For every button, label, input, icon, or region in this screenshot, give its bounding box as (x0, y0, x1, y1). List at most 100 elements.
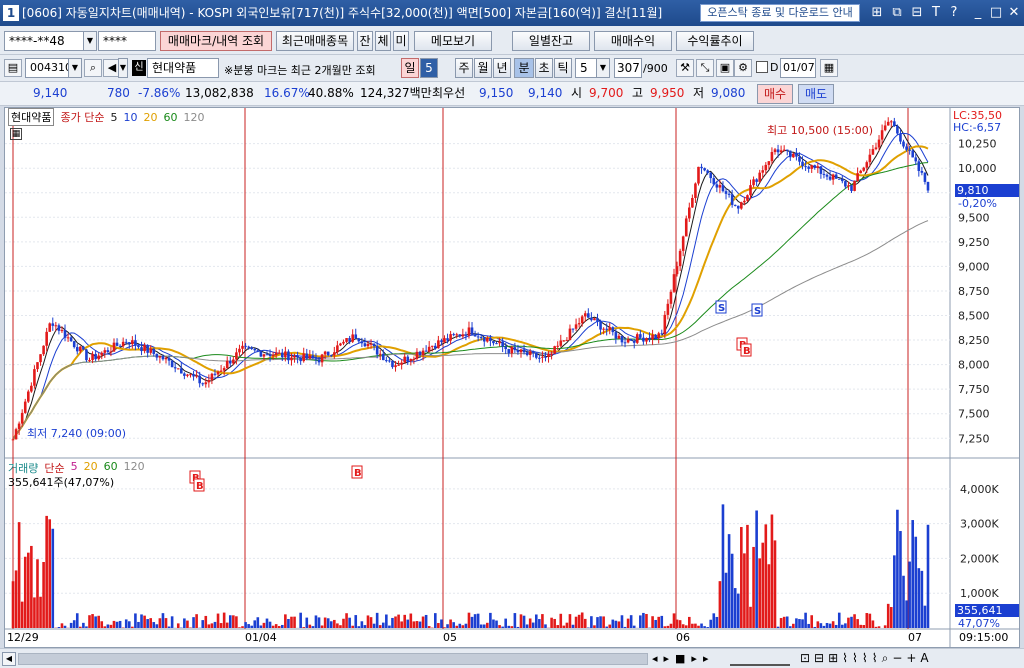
help-icon[interactable]: ? (946, 5, 962, 21)
chart-canvas[interactable]: BBBSSBB 10,25010,0009,7509,5009,2509,000… (5, 108, 1019, 647)
candle-body (345, 338, 348, 342)
minimize-window-icon[interactable]: _ (970, 5, 986, 21)
account-toolbar: ****-**48 ▼ **** 매매마크/내역 조회 최근매매종목 잔 체 미… (0, 26, 1024, 55)
minimize-icon[interactable]: ⊟ (909, 5, 925, 21)
volume-bar (834, 624, 838, 628)
candle-body (100, 352, 104, 356)
candle-body (669, 291, 673, 304)
execution-button[interactable]: 체 (375, 31, 391, 51)
candle-body (911, 150, 914, 158)
daily-balance-button[interactable]: 일별잔고 (512, 31, 590, 51)
trade-mark-label: S (754, 306, 761, 317)
volume-bar (620, 615, 624, 628)
price-tick-label: 10,250 (958, 138, 997, 151)
sell-button[interactable]: 매도 (798, 84, 834, 104)
trade-marks-button[interactable]: 매매마크/내역 조회 (160, 31, 272, 51)
volume-bar (688, 616, 691, 628)
period-value-field[interactable]: 5 (420, 58, 438, 78)
candle-body (115, 342, 119, 346)
unfilled-button[interactable]: 미 (393, 31, 409, 51)
account-field[interactable]: ****-**48 (4, 31, 84, 51)
period-week-button[interactable]: 주 (455, 58, 473, 78)
volume-bars (11, 504, 930, 628)
trade-profit-button[interactable]: 매매수익 (594, 31, 672, 51)
balance-button[interactable]: 잔 (357, 31, 373, 51)
candle-body (874, 147, 878, 150)
volume-bar (11, 581, 15, 628)
chart-type-icon[interactable]: ▤ (4, 59, 22, 77)
memo-button[interactable]: 메모보기 (414, 31, 492, 51)
volume-bar (82, 622, 85, 628)
period-month-button[interactable]: 월 (474, 58, 492, 78)
volume-bar (293, 616, 296, 628)
interval-dropdown-icon[interactable]: ▼ (596, 58, 610, 78)
window-mode-icon[interactable]: ⊞ (869, 5, 885, 21)
text-icon[interactable]: T (928, 5, 944, 21)
volume-bar (357, 626, 361, 628)
candle-body (403, 356, 407, 363)
chart-panel[interactable]: BBBSSBB 10,25010,0009,7509,5009,2509,000… (4, 107, 1020, 648)
candle-body (409, 359, 413, 361)
scroll-left-icon[interactable]: ◀ (2, 652, 16, 666)
candle-body (36, 362, 39, 370)
candle-body (446, 338, 449, 341)
chart-grid (5, 108, 1019, 647)
candle-body (648, 338, 651, 340)
interval-field[interactable]: 5 (575, 58, 597, 78)
stock-name-field[interactable]: 현대약품 (147, 58, 219, 78)
date-field[interactable]: 01/07 (780, 58, 816, 78)
volume-bar (522, 615, 526, 628)
candle-body (354, 334, 358, 339)
volume-bar (749, 606, 752, 628)
tool-icon[interactable]: ⚒ (676, 59, 694, 77)
notice-button[interactable]: 오픈스탁 종료 및 다운로드 안내 (700, 4, 860, 22)
candle-body (865, 162, 869, 168)
volume-bar (216, 613, 220, 628)
period-year-button[interactable]: 년 (493, 58, 511, 78)
calendar-icon[interactable]: ▦ (820, 59, 838, 77)
save-icon[interactable]: ▣ (716, 59, 734, 77)
date-label-4: 06 (676, 631, 690, 644)
quote-bar: 9,140 780 -7.86% 13,082,838 16.67% 40.88… (0, 82, 1024, 106)
stock-code-field[interactable]: 004310 (25, 58, 72, 78)
count-field[interactable]: 307 (614, 58, 642, 78)
volume-bar (274, 624, 278, 628)
maximize-window-icon[interactable]: □ (988, 5, 1004, 21)
recent-trades-button[interactable]: 최근매매종목 (276, 31, 354, 51)
open-label: 시 (571, 86, 583, 100)
buy-button[interactable]: 매수 (757, 84, 793, 104)
code-dropdown-icon[interactable]: ▼ (68, 58, 82, 78)
volume-bar (464, 623, 468, 628)
candle-body (541, 356, 544, 358)
period-sec-button[interactable]: 초 (535, 58, 553, 78)
volume-bar (186, 620, 189, 628)
volume-bar (45, 515, 48, 628)
scrollbar-track[interactable] (18, 653, 648, 665)
candle-body (642, 337, 645, 342)
period-tick-button[interactable]: 틱 (554, 58, 572, 78)
period-min-button[interactable]: 분 (514, 58, 534, 78)
volume-bar (385, 614, 388, 628)
zoom-slider[interactable] (730, 652, 790, 666)
volume-bar (378, 625, 382, 628)
volume-bar (195, 614, 198, 628)
password-field[interactable]: **** (98, 31, 156, 51)
chart-tools[interactable]: ⊡⊟⊞⌇⌇⌇⌇⌕−+A (800, 651, 933, 666)
close-window-icon[interactable]: ✕ (1006, 5, 1022, 21)
sound-dropdown-icon[interactable]: ▼ (118, 58, 128, 78)
account-dropdown-icon[interactable]: ▼ (83, 31, 97, 51)
candle-body (715, 184, 719, 188)
volume-bar (788, 626, 792, 628)
playback-controls[interactable]: ◂▸■▸▸ (652, 652, 714, 665)
period-day-button[interactable]: 일 (401, 58, 419, 78)
volume-bar (510, 626, 514, 628)
restore-icon[interactable]: ⧉ (889, 5, 905, 21)
candle-body (277, 352, 281, 354)
settings-icon[interactable]: ⚙ (734, 59, 752, 77)
search-icon[interactable]: ⌕ (84, 59, 102, 77)
grid-icon[interactable]: ▦ (10, 128, 22, 140)
line-tool-icon[interactable]: ⤡ (696, 59, 714, 77)
return-trend-button[interactable]: 수익률추이 (676, 31, 754, 51)
date-checkbox[interactable] (756, 61, 768, 73)
candle-body (504, 346, 507, 350)
